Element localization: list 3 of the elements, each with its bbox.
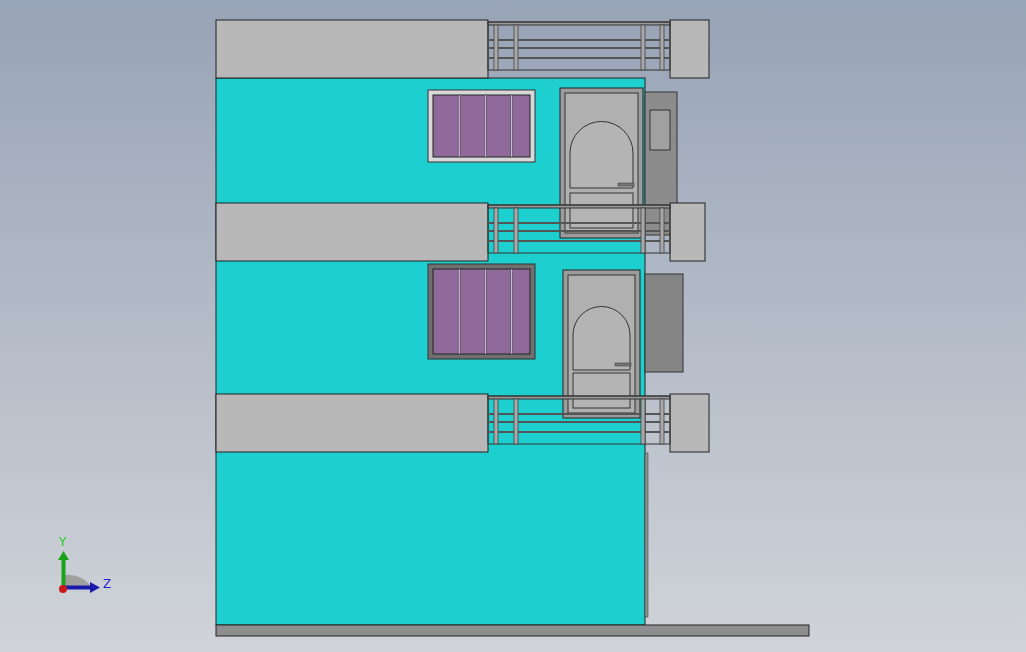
axis-label: Z [103, 577, 112, 591]
origin-dot-icon [59, 585, 67, 593]
axis-label: Y [59, 535, 67, 549]
